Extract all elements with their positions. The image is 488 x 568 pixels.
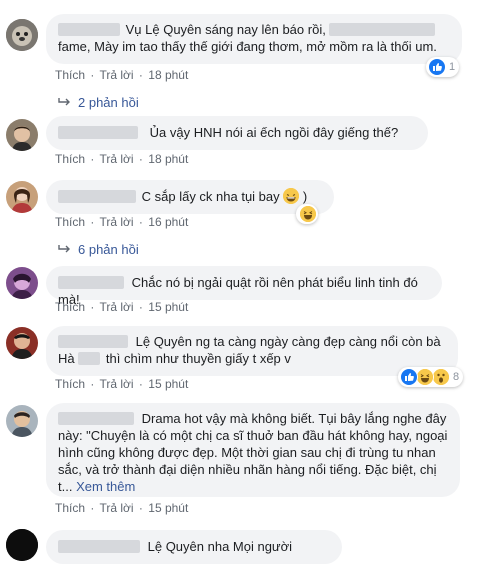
reply-arrow-icon — [58, 95, 72, 110]
avatar[interactable] — [6, 267, 38, 299]
comment-bubble: Ủa vậy HNH nói ai ếch ngồi đây giếng thế… — [46, 116, 428, 150]
comment-text: Lệ Quyên ng ta càng ngày càng đẹp càng n… — [135, 334, 441, 349]
comment-text-suffix: ) — [302, 189, 308, 204]
timestamp[interactable]: 15 phút — [148, 501, 188, 515]
reply-link[interactable]: Trả lời — [99, 501, 133, 515]
avatar[interactable] — [6, 19, 38, 51]
commenter-name[interactable] — [58, 540, 140, 553]
reaction-summary[interactable] — [296, 204, 318, 224]
reaction-summary[interactable]: 1 — [426, 57, 460, 77]
commenter-name[interactable] — [58, 412, 134, 425]
comment-text: Hà — [58, 351, 75, 366]
like-reaction-icon — [400, 368, 418, 386]
view-replies-link[interactable]: 6 phản hồi — [58, 242, 139, 257]
avatar[interactable] — [6, 181, 38, 213]
timestamp[interactable]: 15 phút — [148, 377, 188, 391]
comment-bubble: Drama hot vậy mà không biết. Tụi bây lắn… — [46, 403, 460, 497]
timestamp[interactable]: 18 phút — [148, 152, 188, 166]
comment-actions: Thích · Trả lời · 18 phút — [55, 68, 189, 82]
comment-actions: Thích · Trả lời · 15 phút — [55, 300, 189, 314]
comment-bubble: Lệ Quyên nha Mọi người — [46, 530, 342, 564]
like-link[interactable]: Thích — [55, 68, 85, 82]
see-more-link[interactable]: Xem thêm — [76, 479, 135, 494]
wow-reaction-icon — [432, 368, 450, 386]
comment-text: C sắp lấy ck nha tụi bay — [141, 189, 280, 204]
timestamp[interactable]: 15 phút — [148, 300, 188, 314]
comment-bubble: Vụ Lệ Quyên sáng nay lên báo rồi, fame, … — [46, 14, 462, 64]
avatar[interactable] — [6, 119, 38, 151]
comment-text: Lệ Quyên nha Mọi người — [147, 539, 293, 554]
haha-reaction-icon — [299, 205, 317, 223]
reply-link[interactable]: Trả lời — [99, 68, 133, 82]
blurred-text — [329, 23, 436, 36]
comment-bubble: Lệ Quyên ng ta càng ngày càng đẹp càng n… — [46, 326, 458, 376]
comment-bubble: Chắc nó bị ngải quật rồi nên phát biểu l… — [46, 266, 442, 307]
comment-text: Ủa vậy HNH nói ai ếch ngồi đây giếng thế… — [149, 125, 399, 140]
reaction-count: 1 — [449, 61, 456, 73]
view-replies-link[interactable]: 2 phản hồi — [58, 95, 139, 110]
comment-bubble: C sắp lấy ck nha tụi bay ) — [46, 180, 334, 214]
comment-actions: Thích · Trả lời · 16 phút — [55, 215, 189, 229]
like-reaction-icon — [428, 58, 446, 76]
comment-text: fame, Mày im tao thấy thế giới đang thơm… — [58, 39, 437, 54]
like-link[interactable]: Thích — [55, 152, 85, 166]
like-link[interactable]: Thích — [55, 501, 85, 515]
avatar[interactable] — [6, 327, 38, 359]
comment-text: thì chìm như thuyền giấy t xếp v — [105, 351, 291, 366]
comment-actions: Thích · Trả lời · 15 phút — [55, 377, 189, 391]
commenter-name[interactable] — [58, 23, 120, 36]
timestamp[interactable]: 18 phút — [148, 68, 188, 82]
commenter-name[interactable] — [58, 126, 138, 139]
reply-link[interactable]: Trả lời — [99, 300, 133, 314]
comment-text: Drama hot vậy mà không biết. Tụi bây lắn… — [141, 411, 447, 426]
reaction-count: 8 — [453, 371, 460, 383]
comment-actions: Thích · Trả lời · 15 phút — [55, 501, 189, 515]
reaction-summary[interactable]: 8 — [398, 367, 464, 387]
commenter-name[interactable] — [58, 335, 128, 348]
reply-link[interactable]: Trả lời — [99, 377, 133, 391]
reply-arrow-icon — [58, 242, 72, 257]
comment-text: này: "Chuyện là có một chị ca sĩ thuở ba… — [58, 428, 448, 443]
comment-text: hình cũng không được đẹp. Một thời gian … — [58, 445, 436, 460]
comment-text: Vụ Lệ Quyên sáng nay lên báo rồi, — [125, 22, 326, 37]
blurred-text — [78, 352, 101, 365]
comment-text: sắc, và trở thành đại diện nhiều nhãn hà… — [58, 462, 437, 477]
haha-reaction-icon — [416, 368, 434, 386]
avatar[interactable] — [6, 405, 38, 437]
comment-actions: Thích · Trả lời · 18 phút — [55, 152, 189, 166]
like-link[interactable]: Thích — [55, 215, 85, 229]
commenter-name[interactable] — [58, 190, 136, 203]
timestamp[interactable]: 16 phút — [148, 215, 188, 229]
avatar[interactable] — [6, 529, 38, 561]
like-link[interactable]: Thích — [55, 377, 85, 391]
reply-link[interactable]: Trả lời — [99, 152, 133, 166]
comment-text: t... — [58, 479, 73, 494]
like-link[interactable]: Thích — [55, 300, 85, 314]
reply-link[interactable]: Trả lời — [99, 215, 133, 229]
grin-emoji-icon — [283, 188, 300, 204]
commenter-name[interactable] — [58, 276, 124, 289]
